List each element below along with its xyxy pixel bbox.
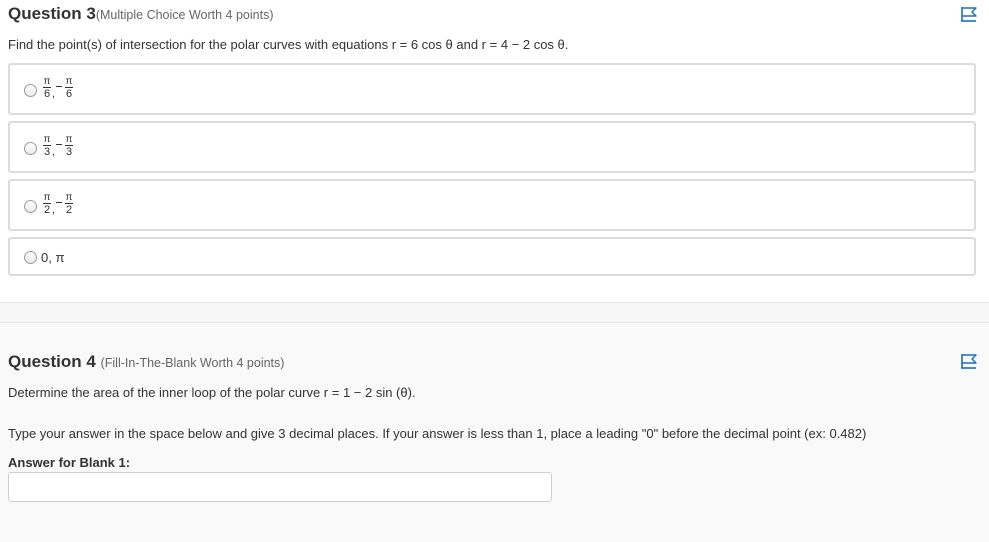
radio-button[interactable] <box>24 84 37 97</box>
fraction: π3 <box>65 134 73 158</box>
question-4-title: Question 4 (Fill-In-The-Blank Worth 4 po… <box>8 352 284 372</box>
radio-button[interactable] <box>24 251 37 264</box>
answer-option[interactable]: 0, π <box>8 237 976 276</box>
minus-sign <box>56 86 62 87</box>
question-4-label: Question 4 <box>8 352 96 371</box>
minus-sign <box>56 144 62 145</box>
answer-option[interactable]: π6 , π6 <box>8 63 976 115</box>
blank-1-label: Answer for Blank 1: <box>8 455 131 470</box>
question-3-panel: Question 3(Multiple Choice Worth 4 point… <box>0 0 989 302</box>
fraction: π6 <box>43 76 51 100</box>
question-3-label: Question 3 <box>8 4 96 23</box>
question-4-panel: Question 4 (Fill-In-The-Blank Worth 4 po… <box>0 323 989 542</box>
question-3-title: Question 3(Multiple Choice Worth 4 point… <box>8 4 273 24</box>
option-text: 0, π <box>41 250 65 265</box>
fraction: π2 <box>43 192 51 216</box>
radio-button[interactable] <box>24 200 37 213</box>
fraction: π6 <box>65 76 73 100</box>
radio-button[interactable] <box>24 142 37 155</box>
question-3-prompt: Find the point(s) of intersection for th… <box>8 37 569 52</box>
question-3-meta: (Multiple Choice Worth 4 points) <box>95 8 274 22</box>
question-4-prompt: Determine the area of the inner loop of … <box>8 385 416 400</box>
answer-option[interactable]: π3 , π3 <box>8 121 976 173</box>
answer-option[interactable]: π2 , π2 <box>8 179 976 231</box>
flag-icon[interactable] <box>960 353 978 369</box>
question-4-meta: (Fill-In-The-Blank Worth 4 points) <box>100 356 285 370</box>
fraction: π3 <box>43 134 51 158</box>
blank-1-input[interactable] <box>8 472 552 502</box>
flag-icon[interactable] <box>960 6 978 22</box>
fraction: π2 <box>65 192 73 216</box>
question-4-instructions: Type your answer in the space below and … <box>8 426 867 441</box>
minus-sign <box>56 202 62 203</box>
section-divider <box>0 302 989 323</box>
